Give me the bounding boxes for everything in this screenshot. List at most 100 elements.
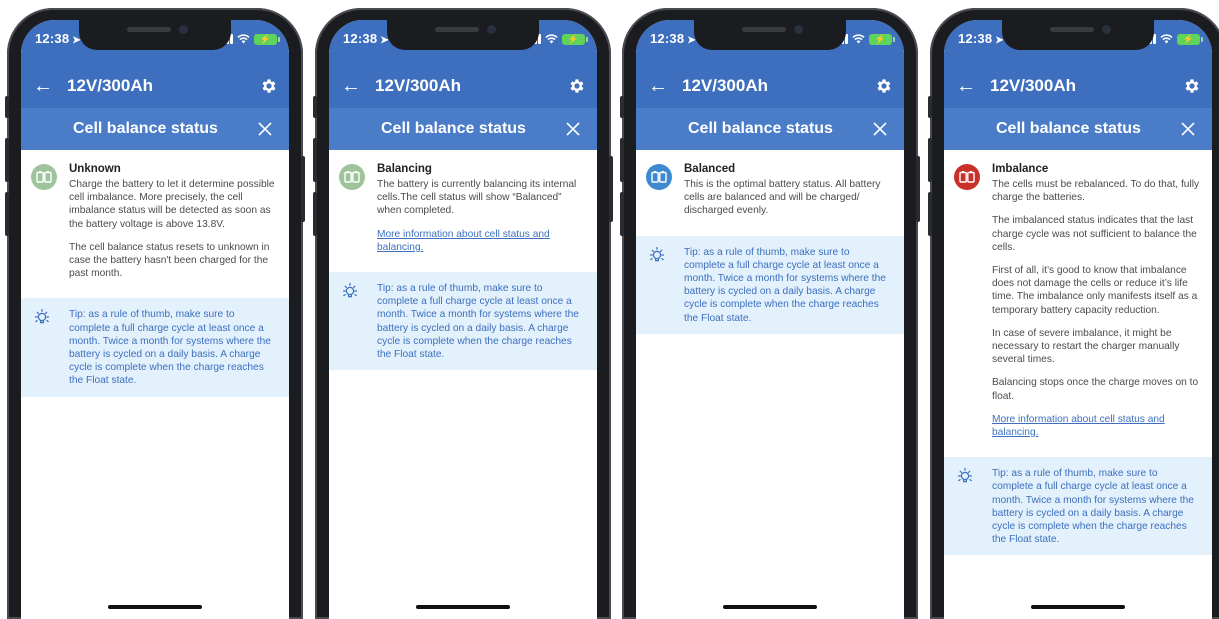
device-title: 12V/300Ah — [990, 76, 1076, 95]
app-header: ← 12V/300Ah — [636, 64, 904, 108]
side-button — [928, 96, 932, 118]
status-name: Imbalance — [992, 163, 1049, 175]
tip-text: Tip: as a rule of thumb, make sure to co… — [377, 283, 579, 361]
phone-screen: 12:38 ➤ ⚡ ← 12V/300Ah Cell balance status — [944, 20, 1212, 619]
modal-title: Cell balance status — [381, 120, 526, 137]
status-name: Unknown — [69, 163, 121, 175]
side-button — [609, 156, 613, 222]
side-button — [313, 138, 317, 182]
back-button[interactable]: ← — [329, 75, 369, 98]
phone-imbalance: 12:38 ➤ ⚡ ← 12V/300Ah Cell balance status — [928, 8, 1219, 619]
home-indicator[interactable] — [723, 605, 817, 609]
back-button[interactable]: ← — [944, 75, 984, 98]
status-time: 12:38 ➤ — [958, 31, 1004, 46]
device-title: 12V/300Ah — [375, 76, 461, 95]
modal-content: Balanced This is the optimal battery sta… — [636, 150, 904, 619]
status-time: 12:38 ➤ — [343, 31, 389, 46]
modal-content: Imbalance The cells must be rebalanced. … — [944, 150, 1212, 619]
battery-charging-icon: ⚡ — [1177, 33, 1203, 45]
app-header: ← 12V/300Ah — [21, 64, 289, 108]
status-description: In case of severe imbalance, it might be… — [992, 327, 1180, 366]
phone-screen: 12:38 ➤ ⚡ ← 12V/300Ah Cell balance status — [636, 20, 904, 619]
battery-charging-icon: ⚡ — [869, 33, 895, 45]
wifi-icon — [1160, 34, 1173, 44]
status-block: Imbalance The cells must be rebalanced. … — [944, 150, 1212, 457]
back-button[interactable]: ← — [636, 75, 676, 98]
settings-gear-icon[interactable] — [864, 66, 904, 106]
settings-gear-icon[interactable] — [557, 66, 597, 106]
modal-header: Cell balance status — [329, 108, 597, 150]
side-button — [5, 96, 9, 118]
phone-screen: 12:38 ➤ ⚡ ← 12V/300Ah Cell balance status — [21, 20, 289, 619]
side-button — [313, 192, 317, 236]
status-description: First of all, it’s good to know that imb… — [992, 265, 1198, 316]
modal-content: Balancing The battery is currently balan… — [329, 150, 597, 619]
tip-text: Tip: as a rule of thumb, make sure to co… — [684, 246, 886, 324]
lightbulb-icon — [957, 468, 973, 483]
status-description: The battery is currently balancing its i… — [377, 179, 577, 217]
home-indicator[interactable] — [1031, 605, 1125, 609]
notch — [387, 20, 539, 50]
modal-header: Cell balance status — [636, 108, 904, 150]
close-icon[interactable] — [866, 115, 894, 143]
device-title: 12V/300Ah — [682, 76, 768, 95]
home-indicator[interactable] — [108, 605, 202, 609]
modal-title: Cell balance status — [73, 120, 218, 137]
modal-title: Cell balance status — [688, 120, 833, 137]
status-description: This is the optimal battery status. All … — [684, 179, 881, 217]
home-indicator[interactable] — [416, 605, 510, 609]
status-block: Unknown Charge the battery to let it det… — [21, 150, 289, 298]
wifi-icon — [852, 34, 865, 44]
phone-unknown: 12:38 ➤ ⚡ ← 12V/300Ah Cell balance status — [5, 8, 305, 619]
lightbulb-icon — [34, 309, 50, 324]
battery-balanced-icon — [646, 164, 672, 190]
status-name: Balancing — [377, 163, 432, 175]
status-block: Balancing The battery is currently balan… — [329, 150, 597, 272]
close-icon[interactable] — [251, 115, 279, 143]
side-button — [916, 156, 920, 222]
battery-balancing-icon — [339, 164, 365, 190]
tip-text: Tip: as a rule of thumb, make sure to co… — [69, 309, 271, 387]
battery-unknown-icon — [31, 164, 57, 190]
side-button — [620, 192, 624, 236]
tip-box: Tip: as a rule of thumb, make sure to co… — [21, 298, 289, 397]
status-description: Balancing stops once the charge moves on… — [992, 377, 1199, 402]
notch — [79, 20, 231, 50]
settings-gear-icon[interactable] — [1172, 66, 1212, 106]
status-description: Charge the battery to let it determine p… — [69, 179, 275, 230]
side-button — [928, 138, 932, 182]
modal-title: Cell balance status — [996, 120, 1141, 137]
more-info-link[interactable]: More information about cell status and b… — [377, 228, 587, 254]
tip-box: Tip: as a rule of thumb, make sure to co… — [329, 272, 597, 371]
phone-screen: 12:38 ➤ ⚡ ← 12V/300Ah Cell balance status — [329, 20, 597, 619]
phone-balancing: 12:38 ➤ ⚡ ← 12V/300Ah Cell balance status — [313, 8, 613, 619]
notch — [1002, 20, 1154, 50]
side-button — [5, 138, 9, 182]
battery-imbalance-icon — [954, 164, 980, 190]
more-info-link[interactable]: More information about cell status and b… — [992, 413, 1202, 439]
close-icon[interactable] — [1174, 115, 1202, 143]
settings-gear-icon[interactable] — [249, 66, 289, 106]
modal-header: Cell balance status — [944, 108, 1212, 150]
modal-content: Unknown Charge the battery to let it det… — [21, 150, 289, 619]
close-icon[interactable] — [559, 115, 587, 143]
side-button — [301, 156, 305, 222]
back-button[interactable]: ← — [21, 75, 61, 98]
app-header: ← 12V/300Ah — [944, 64, 1212, 108]
lightbulb-icon — [342, 282, 358, 298]
side-button — [928, 192, 932, 236]
device-title: 12V/300Ah — [67, 76, 153, 95]
side-button — [620, 138, 624, 182]
app-header: ← 12V/300Ah — [329, 64, 597, 108]
status-time: 12:38 ➤ — [35, 31, 81, 46]
status-description: The cells must be rebalanced. To do that… — [992, 179, 1200, 204]
side-button — [620, 96, 624, 118]
status-time: 12:38 ➤ — [650, 31, 696, 46]
wifi-icon — [545, 34, 558, 44]
battery-charging-icon: ⚡ — [562, 33, 588, 45]
side-button — [5, 192, 9, 236]
status-description: The cell balance status resets to unknow… — [69, 241, 270, 280]
tip-box: Tip: as a rule of thumb, make sure to co… — [636, 235, 904, 334]
modal-header: Cell balance status — [21, 108, 289, 150]
status-block: Balanced This is the optimal battery sta… — [636, 150, 904, 236]
